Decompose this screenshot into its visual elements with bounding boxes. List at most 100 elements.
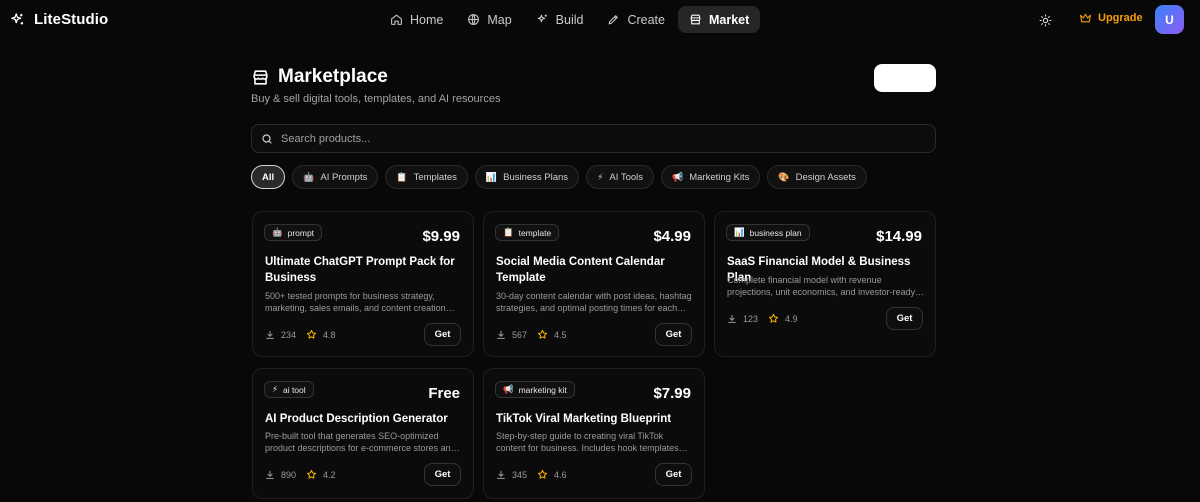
robot-icon: 🤖 [303,171,315,182]
nav-item-label: Market [709,12,750,27]
product-card[interactable]: ⚡ ai tool Free AI Product Description Ge… [252,368,474,499]
crown-icon [1079,12,1092,24]
filter-label: Marketing Kits [689,171,750,183]
product-stats: 234 4.8 [265,329,336,340]
sparkles-icon [536,13,549,26]
category-badge: 🤖 prompt [264,224,323,241]
nav-item-market[interactable]: Market [678,6,761,33]
filter-chip-design-assets[interactable]: 🎨 Design Assets [767,165,867,189]
megaphone-icon: 📢 [672,171,684,182]
filter-chip-ai-tools[interactable]: ⚡ AI Tools [586,165,655,189]
download-icon [496,330,506,340]
download-count: 234 [281,329,297,340]
search-icon [261,133,273,145]
product-title: Social Media Content Calendar Template [496,256,665,284]
store-icon [251,68,270,87]
clipboard-icon: 📋 [503,227,514,237]
pen-icon [607,13,620,26]
filter-chip-templates[interactable]: 📋 Templates [385,165,468,189]
filter-chip-ai-prompts[interactable]: 🤖 AI Prompts [292,165,379,189]
product-title: AI Product Description Generator [265,413,448,425]
filter-label: AI Tools [609,171,644,183]
nav-item-map[interactable]: Map [456,6,522,33]
product-description: 30-day content calendar with post ideas,… [496,291,692,313]
product-description: Step-by-step guide to creating viral Tik… [496,431,679,453]
download-count: 567 [512,329,528,340]
category-badge: 📊 business plan [726,224,810,241]
brand[interactable]: LiteStudio [10,11,108,28]
product-stats: 890 4.2 [265,469,336,480]
product-description: Pre-built tool that generates SEO-optimi… [265,431,456,453]
product-card[interactable]: 📋 template $4.99 Social Media Content Ca… [483,211,705,357]
sun-icon [1039,14,1052,27]
top-navigation-bar: LiteStudio Home Map Build Create Market … [0,0,1200,40]
product-price: Free [428,385,460,402]
get-button[interactable]: Get [424,323,461,346]
theme-toggle-button[interactable] [1036,11,1054,29]
download-icon [496,470,506,480]
lightning-icon: ⚡ [272,384,278,394]
bar-chart-icon: 📊 [485,171,498,182]
page-title: Marketplace [278,66,388,87]
globe-icon [467,13,480,26]
search-bar [251,124,936,153]
product-card[interactable]: 🤖 prompt $9.99 Ultimate ChatGPT Prompt P… [252,211,474,357]
upgrade-button[interactable]: Upgrade [1079,12,1143,24]
filter-label: AI Prompts [320,171,368,183]
badge-label: ai tool [282,384,306,395]
get-button[interactable]: Get [655,323,692,346]
upgrade-label: Upgrade [1098,12,1143,24]
badge-label: marketing kit [518,384,567,395]
page-subtitle: Buy & sell digital tools, templates, and… [251,93,501,105]
robot-icon: 🤖 [272,227,283,237]
rating-value: 4.2 [323,469,336,480]
filter-label: Templates [413,171,457,183]
product-price: $9.99 [422,228,460,245]
get-button[interactable]: Get [655,463,692,486]
filter-chip-all[interactable]: All [251,165,286,189]
nav-item-build[interactable]: Build [525,6,595,33]
star-icon [306,329,317,340]
get-button[interactable]: Get [424,463,461,486]
megaphone-icon: 📢 [503,384,514,394]
nav-item-label: Create [627,12,665,27]
nav-item-create[interactable]: Create [596,6,676,33]
product-title: Ultimate ChatGPT Prompt Pack for Busines… [265,256,455,284]
sparkles-logo-icon [10,12,25,27]
product-description: 500+ tested prompts for business strateg… [265,291,446,313]
product-price: $14.99 [876,228,922,245]
user-avatar[interactable]: U [1155,5,1184,34]
product-stats: 345 4.6 [496,469,567,480]
badge-label: business plan [749,227,802,238]
filter-chip-marketing-kits[interactable]: 📢 Marketing Kits [661,165,761,189]
category-badge: 📋 template [495,224,560,241]
star-icon [306,469,317,480]
search-input[interactable] [281,132,921,145]
product-card[interactable]: 📢 marketing kit $7.99 TikTok Viral Marke… [483,368,705,499]
product-card[interactable]: 📊 business plan $14.99 SaaS Financial Mo… [714,211,936,357]
lightning-icon: ⚡ [597,171,604,182]
star-icon [537,469,548,480]
filter-chip-business-plans[interactable]: 📊 Business Plans [474,165,580,189]
product-description: Complete financial model with revenue pr… [727,275,916,297]
rating-value: 4.9 [785,313,798,324]
category-filters: All 🤖 AI Prompts 📋 Templates 📊 Business … [251,165,867,189]
nav-item-label: Build [555,12,584,27]
nav-item-home[interactable]: Home [379,6,454,33]
main-nav: Home Map Build Create Market [379,6,761,33]
rating-value: 4.6 [554,469,567,480]
header-action-button[interactable] [874,64,936,92]
download-icon [727,314,737,324]
download-count: 890 [281,469,297,480]
product-title: TikTok Viral Marketing Blueprint [496,413,672,425]
filter-label: Business Plans [503,171,569,183]
badge-label: prompt [287,227,315,238]
nav-item-label: Map [487,12,512,27]
star-icon [768,313,779,324]
download-icon [265,330,275,340]
download-icon [265,470,275,480]
get-button[interactable]: Get [886,307,923,330]
badge-label: template [518,227,552,238]
product-price: $7.99 [653,385,691,402]
page-header: Marketplace Buy & sell digital tools, te… [251,66,500,105]
